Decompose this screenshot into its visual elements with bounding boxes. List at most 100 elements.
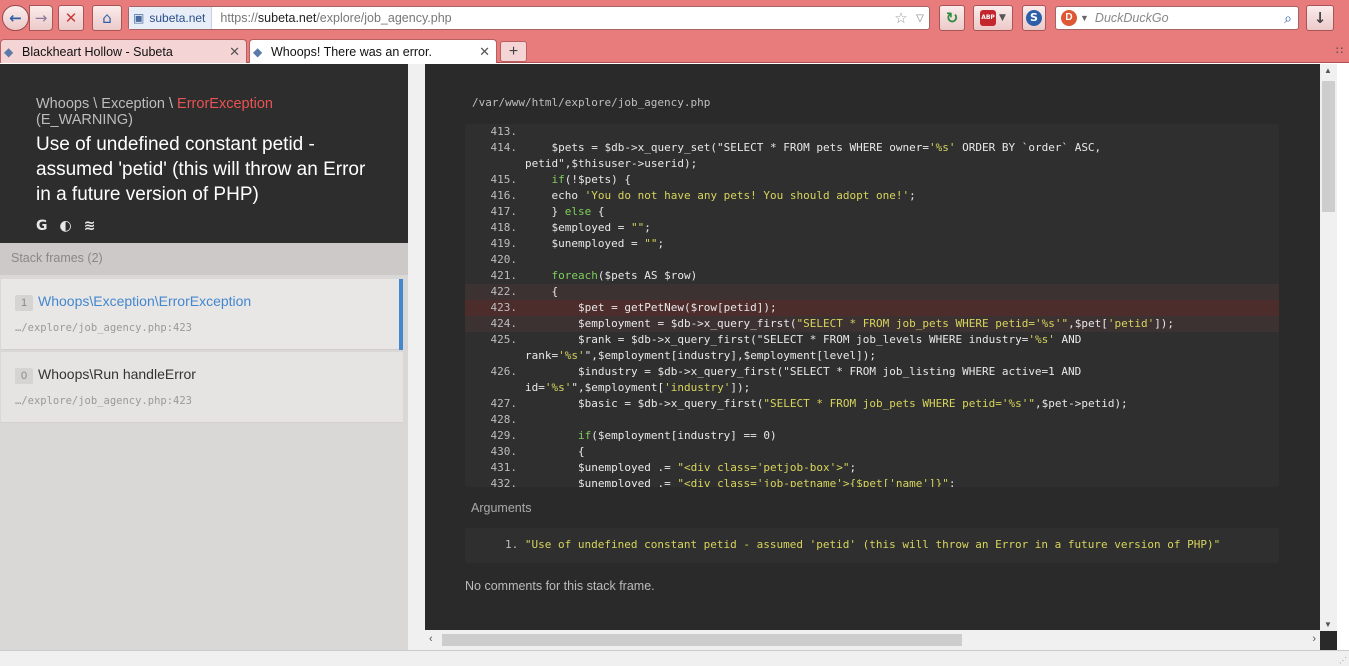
line-code: id='%s'",$employment['industry']); <box>525 381 751 394</box>
code-line: rank='%s'",$employment[industry],$employ… <box>465 348 1279 364</box>
close-icon[interactable]: ✕ <box>479 44 490 60</box>
vertical-scrollbar[interactable]: ▲ ▼ <box>1320 64 1337 631</box>
code-line: 423. $pet = getPetNew($row[petid]); <box>465 300 1279 316</box>
line-code: petid",$thisuser->userid); <box>525 157 698 170</box>
code-line: 430. { <box>465 444 1279 460</box>
site-identity-badge[interactable]: ▣ subeta.net <box>129 7 213 29</box>
url-dropdown-icon[interactable]: ▽ <box>911 13 929 24</box>
close-icon[interactable]: ✕ <box>229 44 240 60</box>
line-number: 422. <box>490 285 518 298</box>
url-scheme: https:// <box>220 11 258 25</box>
scroll-thumb[interactable] <box>442 634 962 646</box>
code-line: petid",$thisuser->userid); <box>465 156 1279 172</box>
home-icon: ⌂ <box>102 9 112 27</box>
line-code: $basic = $db->x_query_first("SELECT * FR… <box>525 397 1128 410</box>
code-line: 428. <box>465 412 1279 428</box>
frame-index: 1 <box>15 295 33 311</box>
line-code: if($employment[industry] == 0) <box>577 429 777 442</box>
file-path: /var/www/html/explore/job_agency.php <box>472 96 711 109</box>
adblock-button[interactable]: ABP ▼ <box>973 5 1013 31</box>
scroll-down-icon[interactable]: ▼ <box>1324 620 1332 629</box>
code-line: 417. } else { <box>465 204 1279 220</box>
globe-icon: ▣ <box>133 11 145 25</box>
scroll-right-icon[interactable]: › <box>1312 633 1316 645</box>
line-number: 432. <box>490 477 518 487</box>
code-line: 414. $pets = $db->x_query_set("SELECT * … <box>465 140 1279 156</box>
tab-blackheart-hollow[interactable]: ◆ Blackheart Hollow - Subeta ✕ <box>0 39 247 63</box>
line-number: 415. <box>490 173 518 186</box>
code-line: 422. { <box>465 284 1279 300</box>
download-icon: ↓ <box>1313 9 1327 27</box>
stackoverflow-search-icon[interactable]: ≋ <box>84 218 96 234</box>
home-button[interactable]: ⌂ <box>92 5 122 31</box>
bookmark-star-icon[interactable]: ☆ <box>891 9 911 27</box>
left-scrollbar[interactable]: ▼ <box>408 64 827 650</box>
line-number: 420. <box>490 253 518 266</box>
stack-frame-item[interactable]: 1 Whoops\Exception\ErrorException …/explo… <box>1 279 403 350</box>
line-number: 423. <box>490 301 518 314</box>
frame-class: Whoops\Exception\ErrorException <box>38 293 252 309</box>
tab-label: Blackheart Hollow - Subeta <box>22 44 173 59</box>
url-bar[interactable]: ▣ subeta.net https://subeta.net/explore/… <box>128 6 930 30</box>
search-input[interactable]: DuckDuckGo <box>1095 11 1278 25</box>
resize-grip-icon[interactable]: ⋰ <box>1339 656 1347 665</box>
no-comments-text: No comments for this stack frame. <box>465 579 655 593</box>
code-line: 413. <box>465 124 1279 140</box>
google-search-icon[interactable]: G <box>36 218 48 234</box>
exception-level: (E_WARNING) <box>36 112 133 128</box>
forward-button[interactable]: → <box>29 5 53 31</box>
line-number: 428. <box>490 413 518 426</box>
line-code: $industry = $db->x_query_first("SELECT *… <box>525 365 1082 378</box>
chevron-down-icon[interactable]: ▼ <box>1080 13 1089 23</box>
chevron-down-icon: ▼ <box>999 13 1006 23</box>
line-code: $employed = ""; <box>525 221 651 234</box>
line-number: 424. <box>490 317 518 330</box>
stack-frame-item[interactable]: 0 Whoops\Run handleError …/explore/job_ag… <box>1 352 403 423</box>
line-number: 418. <box>490 221 518 234</box>
exception-class: Whoops \ Exception \ ErrorException (E_W… <box>36 96 372 128</box>
line-code: $unemployed .= "<div class='petjob-box'>… <box>525 461 857 474</box>
download-button[interactable]: ↓ <box>1306 5 1334 31</box>
line-number: 430. <box>490 445 518 458</box>
scroll-thumb[interactable] <box>1322 81 1335 212</box>
line-code: foreach($pets AS $row) <box>551 269 698 282</box>
tab-whoops-error[interactable]: ◆ Whoops! There was an error. ✕ <box>249 39 497 63</box>
reload-button[interactable]: ↻ <box>939 5 965 31</box>
back-button[interactable]: ← <box>2 5 29 31</box>
search-icon[interactable]: ⌕ <box>1278 10 1298 27</box>
code-line: 432. $unemployed .= "<div class='job-pet… <box>465 476 1279 487</box>
stop-button[interactable]: ✕ <box>58 5 84 31</box>
url-host: subeta.net <box>257 11 317 25</box>
adblock-icon: ABP <box>980 10 997 26</box>
duckduckgo-search-icon[interactable]: ◐ <box>60 218 72 234</box>
extension-s-button[interactable]: S <box>1022 5 1046 31</box>
code-line: 415. if(!$pets) { <box>465 172 1279 188</box>
code-viewer: 413. 414. $pets = $db->x_query_set("SELEC… <box>465 124 1279 487</box>
tab-list-icon[interactable]: ∷ <box>1336 44 1343 57</box>
arguments-list: 1. "Use of undefined constant petid - as… <box>465 528 1279 563</box>
code-line: 424. $employment = $db->x_query_first("S… <box>465 316 1279 332</box>
scroll-left-icon[interactable]: ‹ <box>429 633 433 645</box>
line-number: 419. <box>490 237 518 250</box>
search-bar[interactable]: D ▼ DuckDuckGo ⌕ <box>1055 6 1299 30</box>
line-number: 426. <box>490 365 518 378</box>
frame-file: …/explore/job_agency.php:423 <box>15 395 193 407</box>
scroll-up-icon[interactable]: ▲ <box>1324 66 1332 75</box>
line-code: if(!$pets) { <box>551 173 631 186</box>
code-line: id='%s'",$employment['industry']); <box>465 380 1279 396</box>
line-code: $unemployed .= "<div class='job-petname'… <box>525 477 956 487</box>
site-domain: subeta.net <box>149 11 206 25</box>
horizontal-scrollbar[interactable]: ‹ › <box>425 630 1320 650</box>
stop-icon: ✕ <box>64 9 78 27</box>
code-line: 427. $basic = $db->x_query_first("SELECT… <box>465 396 1279 412</box>
duckduckgo-icon[interactable]: D <box>1061 10 1077 26</box>
url-text[interactable]: https://subeta.net/explore/job_agency.ph… <box>212 11 891 25</box>
frame-class: Whoops\Run handleError <box>38 366 196 382</box>
exception-namespace: Whoops \ Exception \ <box>36 96 178 112</box>
new-tab-button[interactable]: + <box>500 41 527 62</box>
line-code: $pet = getPetNew($row[petid]); <box>525 301 777 314</box>
line-number: 416. <box>490 189 518 202</box>
back-arrow-icon: ← <box>9 9 22 27</box>
line-code: $employment = $db->x_query_first("SELECT… <box>525 317 1175 330</box>
argument-value: "Use of undefined constant petid - assum… <box>524 538 1221 551</box>
